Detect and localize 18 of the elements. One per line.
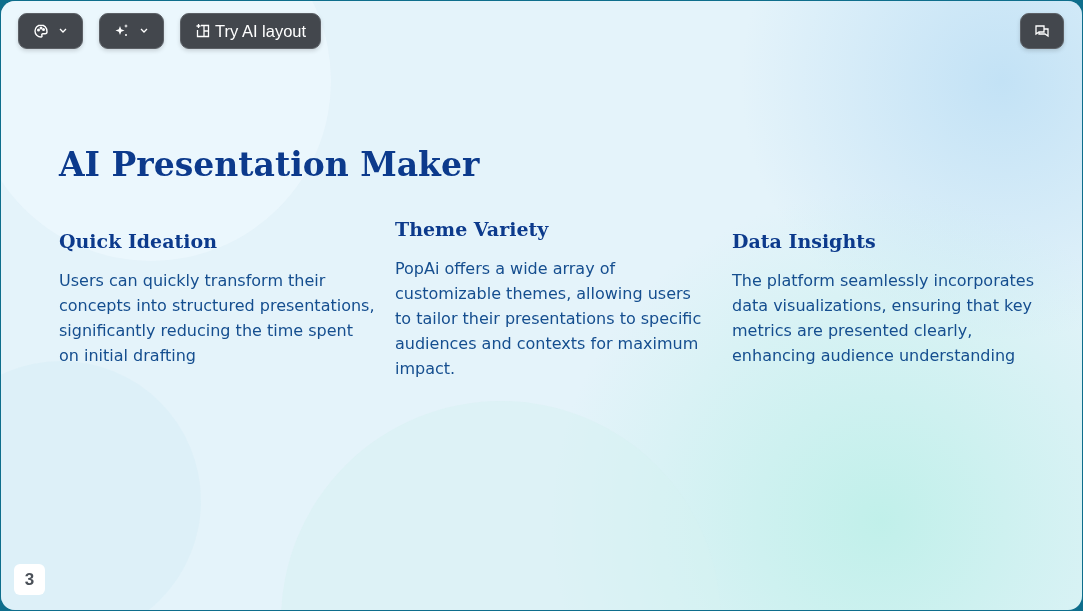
page-number: 3 [14,564,45,595]
caret-icon [139,28,149,34]
sparkle-icon [114,23,130,39]
slide-title: AI Presentation Maker [59,145,481,184]
try-ai-layout-button[interactable]: Try AI layout [180,13,322,49]
column-text: Users can quickly transform their concepts into structured presentations, significantly reducing the time spent on initial drafting [59,270,376,367]
layout-icon [195,23,211,39]
comments-button[interactable] [1020,13,1064,49]
ai-button[interactable] [99,13,164,49]
column-heading: Quick Ideation [59,230,218,252]
palette-icon [33,23,49,39]
theme-button[interactable] [18,13,83,49]
comments-icon [1034,23,1050,39]
column-heading: Data Insights [732,230,877,252]
column-text: PopAi offers a wide array of customizable themes, allowing users to tailor their presentations to specific audiences and contexts for maximum impact. [395,258,703,380]
column-heading: Theme Variety [395,218,550,240]
column-text: The platform seamlessly incorporates data visualizations, ensuring that key metrics are presented clearly, enhancing audience understanding [732,270,1035,367]
caret-icon [58,28,68,34]
